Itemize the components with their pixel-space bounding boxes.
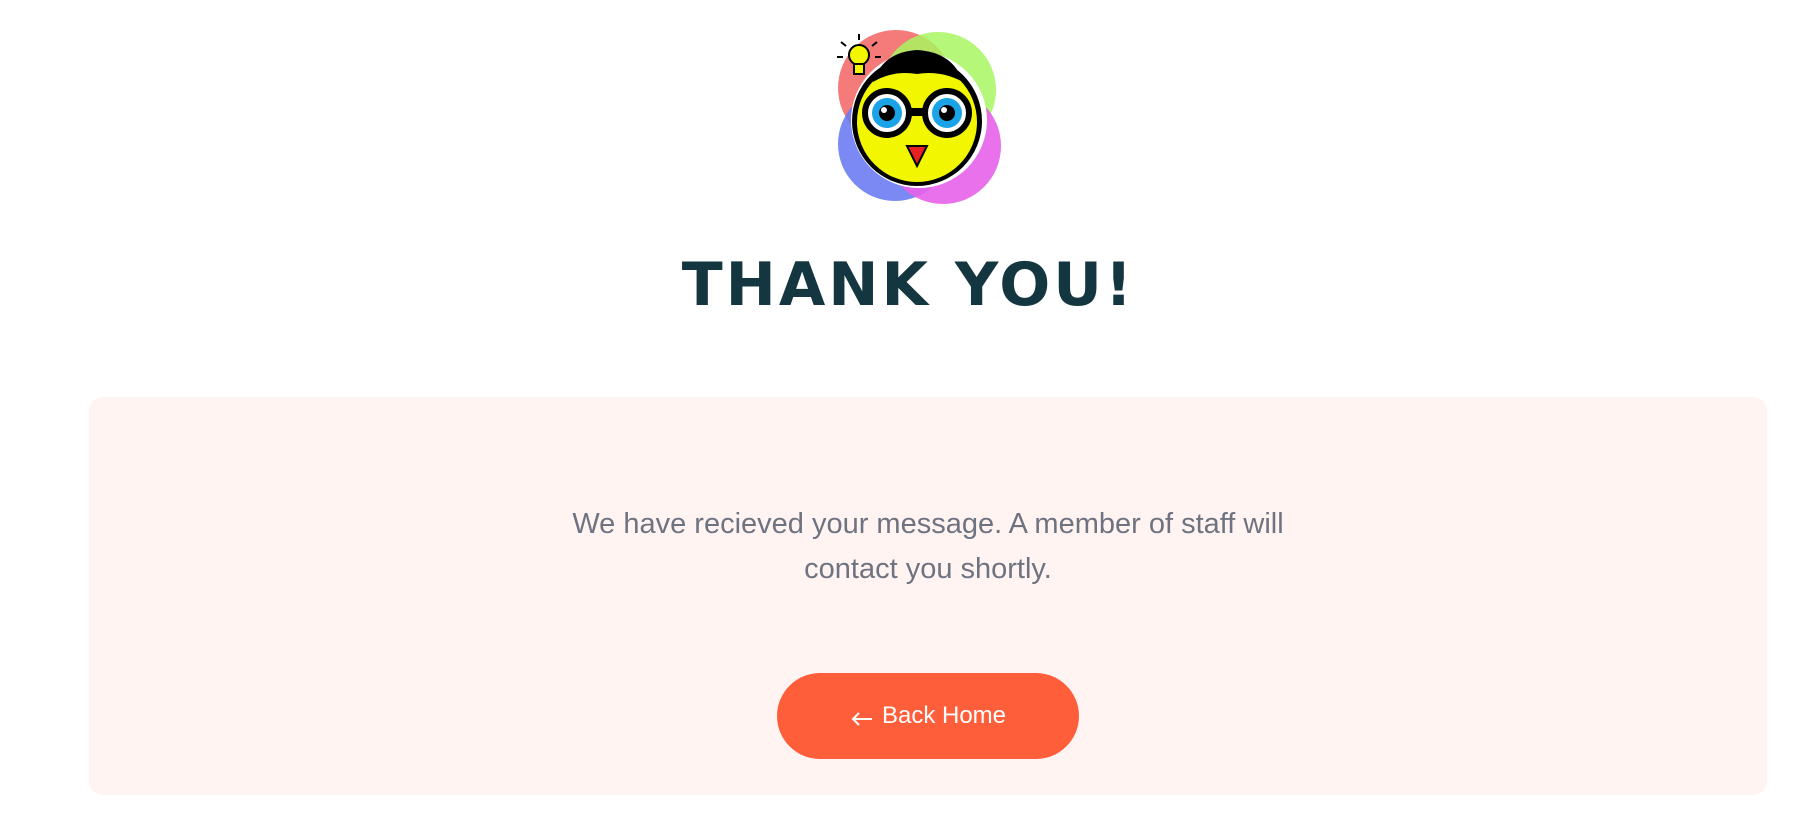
confirmation-card: We have recieved your message. A member … <box>89 397 1767 795</box>
thank-you-page: THANK YOU! We have recieved your message… <box>0 0 1817 815</box>
back-home-label: Back Home <box>881 702 1007 729</box>
arrow-left-icon <box>850 707 874 726</box>
confirmation-message-line-1: We have recieved your message. A member … <box>572 508 1284 540</box>
page-title: THANK YOU! <box>681 250 1136 320</box>
confirmation-message-line-2: contact you shortly. <box>804 553 1052 585</box>
confirmation-message: We have recieved your message. A member … <box>89 502 1767 592</box>
owl-mascot-logo-icon <box>823 20 1015 220</box>
back-home-button[interactable]: Back Home <box>777 673 1079 759</box>
